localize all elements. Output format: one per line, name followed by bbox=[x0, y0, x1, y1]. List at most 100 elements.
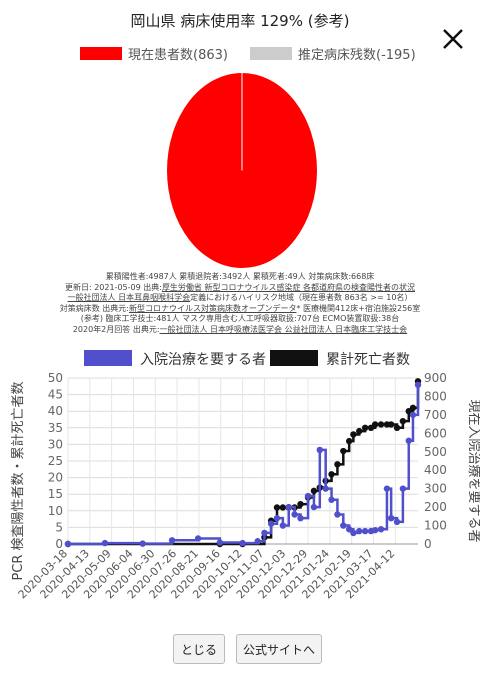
y-tick-label-right: 600 bbox=[424, 426, 447, 440]
source-link[interactable]: 厚生労働省 新型コロナウイルス感染症 各都道府県の検査陽性者の状況 bbox=[162, 283, 415, 292]
stats-line: 対策病床数 出典元:新型コロナウイルス対策病床数オープンデータ* 医療機関412… bbox=[0, 304, 480, 315]
pie-legend: 現在患者数(863) 推定病床残数(-195) bbox=[0, 44, 480, 64]
data-point bbox=[356, 427, 363, 435]
y-axis-title-right: 現在入院治療を要する者 bbox=[466, 399, 480, 542]
stats-text: 定義におけるハイリスク地域（現在患者数 863名 >= 10名） bbox=[190, 293, 413, 302]
data-point bbox=[168, 537, 176, 544]
y-tick-label-left: 5 bbox=[55, 520, 63, 534]
data-point bbox=[371, 421, 379, 428]
y-tick-label-right: 400 bbox=[424, 463, 447, 477]
data-point bbox=[101, 539, 109, 547]
stats-line: 累積陽性者:4987人 累積退院者:3492人 累積死者:49人 対策病床数:6… bbox=[0, 272, 480, 283]
close-button[interactable]: とじる bbox=[173, 634, 225, 664]
data-point bbox=[304, 492, 312, 500]
data-point bbox=[267, 520, 275, 527]
y-axis-title-left: PCR 検査陽性者数・累計死亡者数 bbox=[10, 381, 26, 580]
y-tick-label-left: 40 bbox=[48, 404, 63, 418]
source-link[interactable]: 新型コロナウイルス対策病床数オープンデータ bbox=[129, 304, 297, 313]
source-link[interactable]: 一般社団法人 日本呼吸療法医学会 公益社団法人 日本臨床工学技士会 bbox=[160, 325, 408, 334]
source-link[interactable]: 一般社団法人 日本耳鼻咽喉科学会 bbox=[68, 293, 191, 302]
y-tick-label-left: 50 bbox=[48, 371, 63, 385]
y-tick-label-left: 20 bbox=[48, 471, 63, 485]
data-point bbox=[279, 522, 287, 529]
data-point bbox=[377, 526, 385, 533]
data-point bbox=[334, 511, 341, 518]
stats-line: (参考) 臨床工学技士:481人 マスク専用含む人工呼吸器取扱:707台 ECM… bbox=[0, 314, 480, 325]
data-point bbox=[387, 514, 395, 522]
y-tick-label-left: 35 bbox=[48, 421, 63, 435]
series-legend-label: 入院治療を要する者 bbox=[140, 351, 266, 368]
data-point bbox=[291, 511, 298, 518]
data-point bbox=[316, 446, 323, 454]
data-point bbox=[350, 431, 357, 438]
data-point bbox=[261, 529, 268, 537]
data-point bbox=[194, 535, 202, 542]
data-point bbox=[350, 529, 357, 537]
data-point bbox=[297, 500, 304, 508]
data-point bbox=[405, 437, 412, 444]
y-tick-label-left: 10 bbox=[48, 504, 63, 518]
data-point bbox=[383, 485, 391, 492]
y-tick-label-right: 0 bbox=[424, 537, 432, 551]
data-point bbox=[340, 447, 347, 455]
y-tick-label-right: 900 bbox=[424, 371, 447, 385]
series-legend-swatch bbox=[270, 350, 318, 366]
data-point bbox=[328, 496, 335, 503]
data-point bbox=[356, 527, 363, 535]
y-tick-label-left: 25 bbox=[48, 454, 63, 468]
data-point bbox=[377, 421, 385, 428]
y-tick-label-left: 15 bbox=[48, 487, 63, 501]
data-point bbox=[297, 514, 304, 522]
y-tick-label-right: 300 bbox=[424, 482, 447, 496]
data-point bbox=[393, 424, 401, 431]
y-tick-label-right: 700 bbox=[424, 408, 447, 422]
stats-text: 対策病床数 出典元: bbox=[59, 303, 129, 313]
data-point bbox=[393, 518, 401, 526]
legend-label: 推定病床残数(-195) bbox=[298, 48, 416, 63]
data-point bbox=[328, 471, 335, 478]
data-point bbox=[399, 485, 407, 492]
stats-text: 更新日: 2021-05-09 出典: bbox=[64, 282, 162, 292]
data-point bbox=[216, 539, 224, 546]
bed-usage-pie-chart bbox=[167, 73, 317, 268]
data-point bbox=[310, 503, 318, 511]
data-point bbox=[273, 514, 281, 522]
data-point bbox=[310, 487, 318, 495]
data-point bbox=[361, 527, 369, 535]
legend-swatch bbox=[250, 47, 292, 60]
stats-line: 一般社団法人 日本耳鼻咽喉科学会定義におけるハイリスク地域（現在患者数 863名… bbox=[0, 293, 480, 304]
legend-label: 現在患者数(863) bbox=[128, 48, 228, 63]
pie-legend-item-remaining[interactable]: 推定病床残数(-195) bbox=[250, 44, 416, 63]
stats-block: 累積陽性者:4987人 累積退院者:3492人 累積死者:49人 対策病床数:6… bbox=[0, 272, 480, 335]
stats-text: 2020年2月回答 出典元: bbox=[72, 324, 160, 334]
y-tick-label-right: 800 bbox=[424, 389, 447, 403]
data-point bbox=[361, 424, 369, 431]
stats-text: * 医療機関412床+宿泊施設256室 bbox=[296, 303, 421, 313]
data-point bbox=[239, 539, 246, 547]
data-point bbox=[414, 381, 422, 389]
data-point bbox=[139, 540, 146, 547]
series-legend-label: 累計死亡者数 bbox=[326, 352, 410, 368]
data-point bbox=[334, 461, 341, 468]
series-legend-swatch bbox=[84, 350, 132, 366]
pie-legend-item-current[interactable]: 現在患者数(863) bbox=[80, 44, 228, 63]
trend-line-chart: 入院治療を要する者 累計死亡者数 0 5 10 15 20 25 30 35 40 45 500 100 2… bbox=[10, 350, 480, 601]
data-point bbox=[64, 540, 72, 548]
data-point bbox=[254, 538, 261, 545]
page-title: 岡山県 病床使用率 129% (参考) bbox=[130, 12, 350, 30]
data-point bbox=[371, 526, 379, 534]
data-point bbox=[345, 437, 353, 445]
data-point bbox=[322, 485, 329, 492]
official-site-button[interactable]: 公式サイトへ bbox=[236, 634, 322, 664]
data-point bbox=[409, 404, 417, 412]
data-point bbox=[273, 504, 281, 511]
y-tick-label-right: 200 bbox=[424, 500, 447, 514]
data-point bbox=[279, 504, 287, 511]
data-point bbox=[340, 522, 347, 529]
data-point bbox=[285, 503, 292, 511]
stats-text: 累積陽性者:4987人 累積退院者:3492人 累積死者:49人 対策病床数:6… bbox=[105, 272, 375, 281]
data-point bbox=[399, 417, 407, 425]
stats-text: (参考) 臨床工学技士:481人 マスク専用含む人工呼吸器取扱:707台 ECM… bbox=[80, 314, 400, 323]
stats-line: 2020年2月回答 出典元:一般社団法人 日本呼吸療法医学会 公益社団法人 日本… bbox=[0, 325, 480, 336]
legend-swatch bbox=[80, 47, 122, 60]
